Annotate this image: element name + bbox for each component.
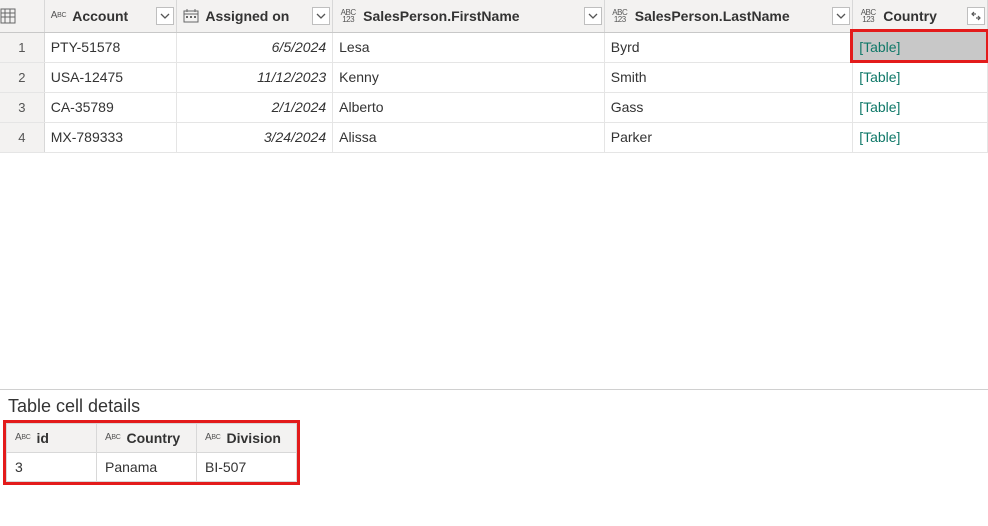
details-title: Table cell details [6, 396, 982, 417]
cell-account[interactable]: USA-12475 [44, 62, 177, 92]
text-type-icon: ABC [51, 11, 67, 21]
cell-assigned-on[interactable]: 6/5/2024 [177, 32, 333, 62]
row-number[interactable]: 2 [0, 62, 44, 92]
details-pane: Table cell details ABC id ABC Country ABC D… [0, 390, 988, 485]
column-header-salesperson-lastname[interactable]: ABC123 SalesPerson.LastName [604, 0, 852, 32]
column-label: id [37, 430, 49, 446]
column-header-account[interactable]: ABC Account [44, 0, 177, 32]
table-row[interactable]: 4 MX-789333 3/24/2024 Alissa Parker [Tab… [0, 122, 988, 152]
cell-country[interactable]: [Table] [853, 92, 988, 122]
table-row[interactable]: 1 PTY-51578 6/5/2024 Lesa Byrd [Table] [0, 32, 988, 62]
column-header-assigned-on[interactable]: Assigned on [177, 0, 333, 32]
details-row[interactable]: 3 Panama BI-507 [7, 453, 297, 482]
cell-lastname[interactable]: Smith [604, 62, 852, 92]
any-type-icon: ABC123 [611, 9, 629, 23]
cell-firstname[interactable]: Lesa [333, 32, 605, 62]
details-cell-country[interactable]: Panama [97, 453, 197, 482]
table-icon [0, 8, 44, 24]
main-data-grid: ABC Account Assigned on ABC123 SalesP [0, 0, 988, 153]
column-label: SalesPerson.FirstName [363, 8, 574, 24]
details-header-row: ABC id ABC Country ABC Division [7, 424, 297, 453]
column-label: SalesPerson.LastName [635, 8, 822, 24]
column-label: Country [883, 8, 957, 24]
filter-dropdown-button[interactable] [156, 7, 174, 25]
details-cell-division[interactable]: BI-507 [197, 453, 297, 482]
column-label: Country [127, 430, 181, 446]
select-all-corner[interactable] [0, 0, 44, 32]
any-type-icon: ABC123 [339, 9, 357, 23]
cell-lastname[interactable]: Byrd [604, 32, 852, 62]
expand-column-button[interactable] [967, 7, 985, 25]
cell-account[interactable]: PTY-51578 [44, 32, 177, 62]
details-column-header-country[interactable]: ABC Country [97, 424, 197, 453]
column-header-row: ABC Account Assigned on ABC123 SalesP [0, 0, 988, 32]
cell-account[interactable]: CA-35789 [44, 92, 177, 122]
table-link[interactable]: [Table] [859, 99, 900, 115]
row-number[interactable]: 4 [0, 122, 44, 152]
column-header-salesperson-firstname[interactable]: ABC123 SalesPerson.FirstName [333, 0, 605, 32]
cell-country[interactable]: [Table] [853, 32, 988, 62]
row-number[interactable]: 1 [0, 32, 44, 62]
table-row[interactable]: 3 CA-35789 2/1/2024 Alberto Gass [Table] [0, 92, 988, 122]
filter-dropdown-button[interactable] [312, 7, 330, 25]
details-grid: ABC id ABC Country ABC Division 3 Panama BI… [6, 423, 297, 482]
cell-assigned-on[interactable]: 3/24/2024 [177, 122, 333, 152]
table-row[interactable]: 2 USA-12475 11/12/2023 Kenny Smith [Tabl… [0, 62, 988, 92]
details-column-header-division[interactable]: ABC Division [197, 424, 297, 453]
filter-dropdown-button[interactable] [584, 7, 602, 25]
cell-firstname[interactable]: Alissa [333, 122, 605, 152]
main-table-pane: ABC Account Assigned on ABC123 SalesP [0, 0, 988, 390]
table-link[interactable]: [Table] [859, 39, 900, 55]
text-type-icon: ABC [205, 433, 221, 443]
cell-country[interactable]: [Table] [853, 62, 988, 92]
table-link[interactable]: [Table] [859, 69, 900, 85]
column-header-country[interactable]: ABC123 Country [853, 0, 988, 32]
table-link[interactable]: [Table] [859, 129, 900, 145]
cell-firstname[interactable]: Alberto [333, 92, 605, 122]
date-type-icon [183, 9, 199, 23]
text-type-icon: ABC [15, 433, 31, 443]
cell-account[interactable]: MX-789333 [44, 122, 177, 152]
filter-dropdown-button[interactable] [832, 7, 850, 25]
column-label: Assigned on [205, 8, 302, 24]
details-column-header-id[interactable]: ABC id [7, 424, 97, 453]
details-cell-id[interactable]: 3 [7, 453, 97, 482]
cell-lastname[interactable]: Gass [604, 92, 852, 122]
cell-country[interactable]: [Table] [853, 122, 988, 152]
row-number[interactable]: 3 [0, 92, 44, 122]
cell-assigned-on[interactable]: 2/1/2024 [177, 92, 333, 122]
column-label: Division [227, 430, 281, 446]
any-type-icon: ABC123 [859, 9, 877, 23]
text-type-icon: ABC [105, 433, 121, 443]
column-label: Account [72, 8, 146, 24]
cell-lastname[interactable]: Parker [604, 122, 852, 152]
cell-assigned-on[interactable]: 11/12/2023 [177, 62, 333, 92]
cell-firstname[interactable]: Kenny [333, 62, 605, 92]
